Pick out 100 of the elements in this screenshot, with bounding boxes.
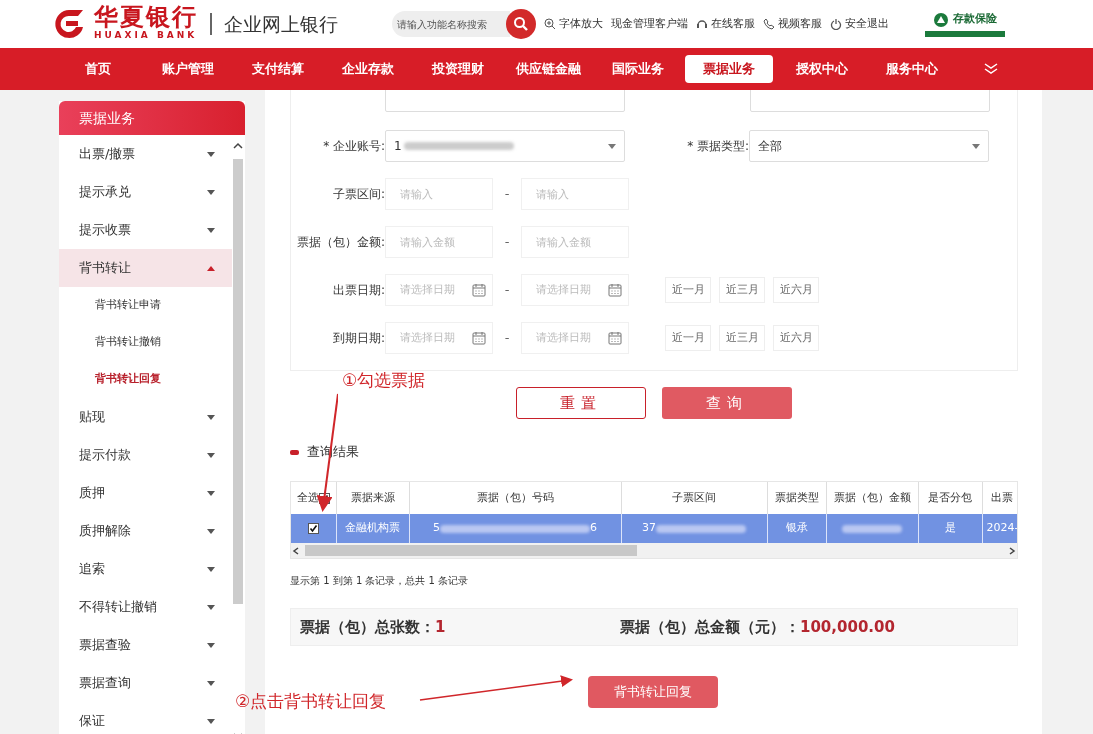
input-field[interactable]: 请输入金额 bbox=[385, 226, 493, 258]
caret-down-icon bbox=[206, 641, 216, 649]
quick-range-button[interactable]: 近一月 bbox=[665, 325, 711, 351]
calendar-icon[interactable] bbox=[608, 331, 622, 345]
table-cell: 5 bbox=[433, 520, 440, 537]
search-field[interactable]: 请输入功能名称搜索 bbox=[392, 11, 510, 37]
sidebar-subitem[interactable]: 背书转让撤销 bbox=[59, 324, 232, 361]
form-button[interactable]: 查询 bbox=[661, 387, 792, 419]
quick-range-button[interactable]: 近六月 bbox=[773, 277, 819, 303]
nav-tab[interactable]: 企业存款 bbox=[322, 55, 414, 83]
sidebar-item[interactable]: 提示付款 bbox=[59, 436, 232, 474]
input-field[interactable]: 请输入 bbox=[385, 178, 493, 210]
search-icon bbox=[513, 16, 529, 32]
caret-down-icon bbox=[206, 413, 216, 421]
table-cell: 金融机构票 bbox=[345, 521, 400, 535]
nav-tab[interactable]: 授权中心 bbox=[776, 55, 868, 83]
insurance-logo-icon bbox=[933, 11, 949, 28]
nav-tab[interactable]: 支付结算 bbox=[232, 55, 324, 83]
nav-tab[interactable]: 票据业务 bbox=[685, 55, 773, 83]
calendar-icon[interactable] bbox=[472, 283, 486, 297]
nav-tab[interactable]: 国际业务 bbox=[592, 55, 684, 83]
caret-down-icon bbox=[206, 188, 216, 196]
scroll-up-icon[interactable] bbox=[232, 140, 244, 151]
select-value: 1 bbox=[394, 138, 402, 155]
sidebar-item[interactable]: 保证 bbox=[59, 702, 232, 734]
bank-logo-icon bbox=[52, 7, 86, 41]
insurance-logo-text: 存款保险 bbox=[953, 11, 997, 28]
summary-label: 票据（包）总金额（元）： bbox=[620, 616, 800, 638]
column-header: 子票区间 bbox=[672, 490, 716, 504]
caret-down-icon bbox=[206, 565, 216, 573]
pagination-info: 显示第 1 到第 1 条记录，总共 1 条记录 bbox=[290, 574, 470, 588]
sidebar-item[interactable]: 票据查询 bbox=[59, 664, 232, 702]
header-link[interactable]: 安全退出 bbox=[830, 15, 889, 33]
sidebar-subitem[interactable]: 背书转让申请 bbox=[59, 287, 232, 324]
select-field[interactable]: 1 bbox=[385, 130, 625, 162]
sidebar-item[interactable]: 不得转让撤销 bbox=[59, 588, 232, 626]
column-header: 票据类型 bbox=[774, 490, 819, 504]
bank-name: 华夏银行 bbox=[94, 5, 198, 30]
nav-tab[interactable]: 投资理财 bbox=[412, 55, 504, 83]
column-header: 票据（包）金额 bbox=[833, 490, 911, 504]
column-header: 票据（包）号码 bbox=[476, 490, 554, 504]
sidebar-item[interactable]: 质押 bbox=[59, 474, 232, 512]
quick-range-button[interactable]: 近一月 bbox=[665, 277, 711, 303]
quick-range-button[interactable]: 近三月 bbox=[719, 325, 765, 351]
sidebar-item[interactable]: 出票/撤票 bbox=[59, 135, 232, 173]
field-label: * 企业账号: bbox=[322, 138, 385, 155]
sidebar-item[interactable]: 贴现 bbox=[59, 398, 232, 436]
quick-range-button[interactable]: 近六月 bbox=[773, 325, 819, 351]
field-label: 到期日期: bbox=[331, 330, 385, 347]
dropdown-caret-icon bbox=[608, 143, 616, 149]
input-field[interactable]: 请输入 bbox=[521, 178, 629, 210]
horizontal-scrollbar[interactable] bbox=[291, 543, 1017, 558]
sidebar-item[interactable]: 提示收票 bbox=[59, 211, 232, 249]
nav-tab[interactable]: 服务中心 bbox=[866, 55, 958, 83]
caret-down-icon bbox=[206, 717, 216, 725]
calendar-icon[interactable] bbox=[472, 331, 486, 345]
sidebar-item[interactable]: 背书转让 bbox=[59, 249, 232, 287]
caret-down-icon bbox=[206, 527, 216, 535]
sidebar-item[interactable]: 票据查验 bbox=[59, 626, 232, 664]
caret-down-icon bbox=[206, 451, 216, 459]
caret-down-icon bbox=[206, 603, 216, 611]
quick-range-button[interactable]: 近三月 bbox=[719, 277, 765, 303]
nav-tab[interactable]: 账户管理 bbox=[142, 55, 234, 83]
field-label: 票据（包）金额: bbox=[295, 234, 385, 251]
phone-icon bbox=[763, 18, 775, 30]
table-cell: 2024- bbox=[986, 521, 1017, 535]
select-value: 全部 bbox=[758, 138, 782, 155]
table-cell: 银承 bbox=[785, 521, 808, 535]
sidebar-subitem[interactable]: 背书转让回复 bbox=[59, 361, 232, 398]
field-label: 子票区间: bbox=[331, 186, 385, 203]
expand-more-icon[interactable] bbox=[984, 63, 998, 75]
annotation-text: ②点击背书转让回复 bbox=[235, 690, 387, 713]
scrollbar-thumb[interactable] bbox=[305, 545, 637, 556]
range-separator: - bbox=[503, 281, 511, 300]
endorse-reply-button[interactable]: 背书转让回复 bbox=[588, 676, 718, 708]
caret-up-icon bbox=[206, 264, 216, 272]
header-link[interactable]: 在线客服 bbox=[696, 15, 755, 33]
header-link[interactable]: 字体放大 bbox=[544, 15, 603, 33]
range-separator: - bbox=[503, 329, 511, 348]
scrollbar-thumb[interactable] bbox=[233, 158, 243, 604]
nav-tab[interactable]: 首页 bbox=[52, 55, 144, 83]
bank-name-english: HUAXIA BANK bbox=[94, 29, 198, 43]
date-placeholder: 请选择日期 bbox=[536, 281, 591, 298]
sidebar-item[interactable]: 质押解除 bbox=[59, 512, 232, 550]
form-button[interactable]: 重置 bbox=[515, 387, 646, 419]
column-header: 出票 bbox=[990, 490, 1013, 504]
header-link[interactable]: 现金管理客户端 bbox=[611, 15, 688, 33]
nav-tab[interactable]: 供应链金融 bbox=[502, 55, 594, 83]
table-cell: 37 bbox=[642, 520, 656, 537]
range-separator: - bbox=[503, 185, 511, 204]
summary-value: 1 bbox=[435, 616, 446, 638]
column-header: 是否分包 bbox=[928, 490, 972, 504]
sidebar-item[interactable]: 追索 bbox=[59, 550, 232, 588]
select-field[interactable]: 全部 bbox=[749, 130, 989, 162]
summary-label: 票据（包）总张数： bbox=[300, 616, 435, 638]
header-link[interactable]: 视频客服 bbox=[763, 15, 822, 33]
calendar-icon[interactable] bbox=[608, 283, 622, 297]
checkbox[interactable] bbox=[307, 522, 319, 534]
input-field[interactable]: 请输入金额 bbox=[521, 226, 629, 258]
sidebar-item[interactable]: 提示承兑 bbox=[59, 173, 232, 211]
